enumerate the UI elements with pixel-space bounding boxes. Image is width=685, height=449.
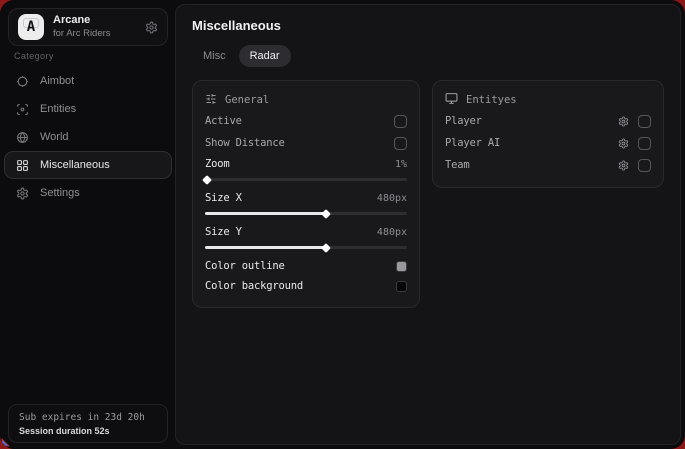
row-zoom: Zoom 1% [205,154,407,174]
scan-eye-icon [16,103,29,116]
row-player-ai: Player AI [445,132,651,154]
color-outline-label: Color outline [205,260,285,272]
size-y-slider[interactable] [205,246,407,249]
sidebar-item-label: Entities [40,103,76,115]
globe-icon [16,131,29,144]
size-y-label: Size Y [205,226,242,238]
sidebar-item-entities[interactable]: Entities [4,95,172,123]
player-checkbox[interactable] [638,115,651,128]
grid-icon [16,159,29,172]
main-panel: Miscellaneous Misc Radar General Active [175,4,681,445]
row-color-outline: Color outline [205,256,407,276]
sidebar-item-label: Aimbot [40,75,74,87]
size-x-value: 480px [377,193,407,204]
subscription-card: Sub expires in 23d 20h Session duration … [8,404,168,443]
crosshair-icon [16,75,29,88]
sidebar-item-miscellaneous[interactable]: Miscellaneous [4,151,172,179]
color-background-label: Color background [205,280,303,292]
active-label: Active [205,115,242,127]
entities-panel: Entityes Player Player AI [432,80,664,188]
category-label: Category [14,51,176,61]
row-active: Active [205,110,407,132]
row-player: Player [445,110,651,132]
sub-expires-text: Sub expires in 23d 20h [19,412,157,423]
size-y-slider-thumb[interactable] [321,243,331,253]
gear-icon [16,187,29,200]
player-ai-label: Player AI [445,137,500,149]
zoom-value: 1% [395,159,407,170]
entities-panel-title: Entityes [466,94,517,106]
sidebar-item-label: Settings [40,187,80,199]
sidebar: A Arcane for Arc Riders Category Aimbot [0,0,176,449]
row-color-background: Color background [205,276,407,296]
app-logo: A [18,14,44,40]
sliders-icon [205,93,217,108]
row-size-y: Size Y 480px [205,222,407,242]
zoom-slider-thumb[interactable] [202,175,212,185]
app-subtitle: for Arc Riders [53,28,111,40]
zoom-slider[interactable] [205,178,407,181]
show-distance-label: Show Distance [205,137,285,149]
general-panel: General Active Show Distance Zoom 1% [192,80,420,308]
tab-bar: Misc Radar [192,45,664,67]
app-name: Arcane [53,14,111,28]
mouse-cursor [1,436,12,449]
sidebar-nav: Aimbot Entities World Miscellaneous [0,67,176,207]
size-x-label: Size X [205,192,242,204]
player-ai-settings-gear-icon[interactable] [618,138,629,149]
monitor-icon [445,92,458,108]
color-outline-swatch[interactable] [396,261,407,272]
team-settings-gear-icon[interactable] [618,160,629,171]
team-checkbox[interactable] [638,159,651,172]
tab-misc[interactable]: Misc [192,45,237,67]
player-settings-gear-icon[interactable] [618,116,629,127]
row-team: Team [445,154,651,176]
sidebar-item-world[interactable]: World [4,123,172,151]
size-x-slider-thumb[interactable] [321,209,331,219]
sidebar-item-settings[interactable]: Settings [4,179,172,207]
active-checkbox[interactable] [394,115,407,128]
size-y-value: 480px [377,227,407,238]
sidebar-item-aimbot[interactable]: Aimbot [4,67,172,95]
row-size-x: Size X 480px [205,188,407,208]
header-gear-icon[interactable] [145,21,158,34]
general-panel-title: General [225,94,269,106]
team-label: Team [445,159,470,171]
size-x-slider[interactable] [205,212,407,215]
zoom-label: Zoom [205,158,230,170]
color-background-swatch[interactable] [396,281,407,292]
row-show-distance: Show Distance [205,132,407,154]
sidebar-item-label: World [40,131,69,143]
app-header-card: A Arcane for Arc Riders [8,8,168,46]
tab-radar[interactable]: Radar [239,45,291,67]
player-ai-checkbox[interactable] [638,137,651,150]
sidebar-item-label: Miscellaneous [40,159,110,171]
session-duration-text: Session duration 52s [19,426,157,436]
show-distance-checkbox[interactable] [394,137,407,150]
app-window: A Arcane for Arc Riders Category Aimbot [0,0,685,449]
page-title: Miscellaneous [192,18,664,33]
player-label: Player [445,115,482,127]
